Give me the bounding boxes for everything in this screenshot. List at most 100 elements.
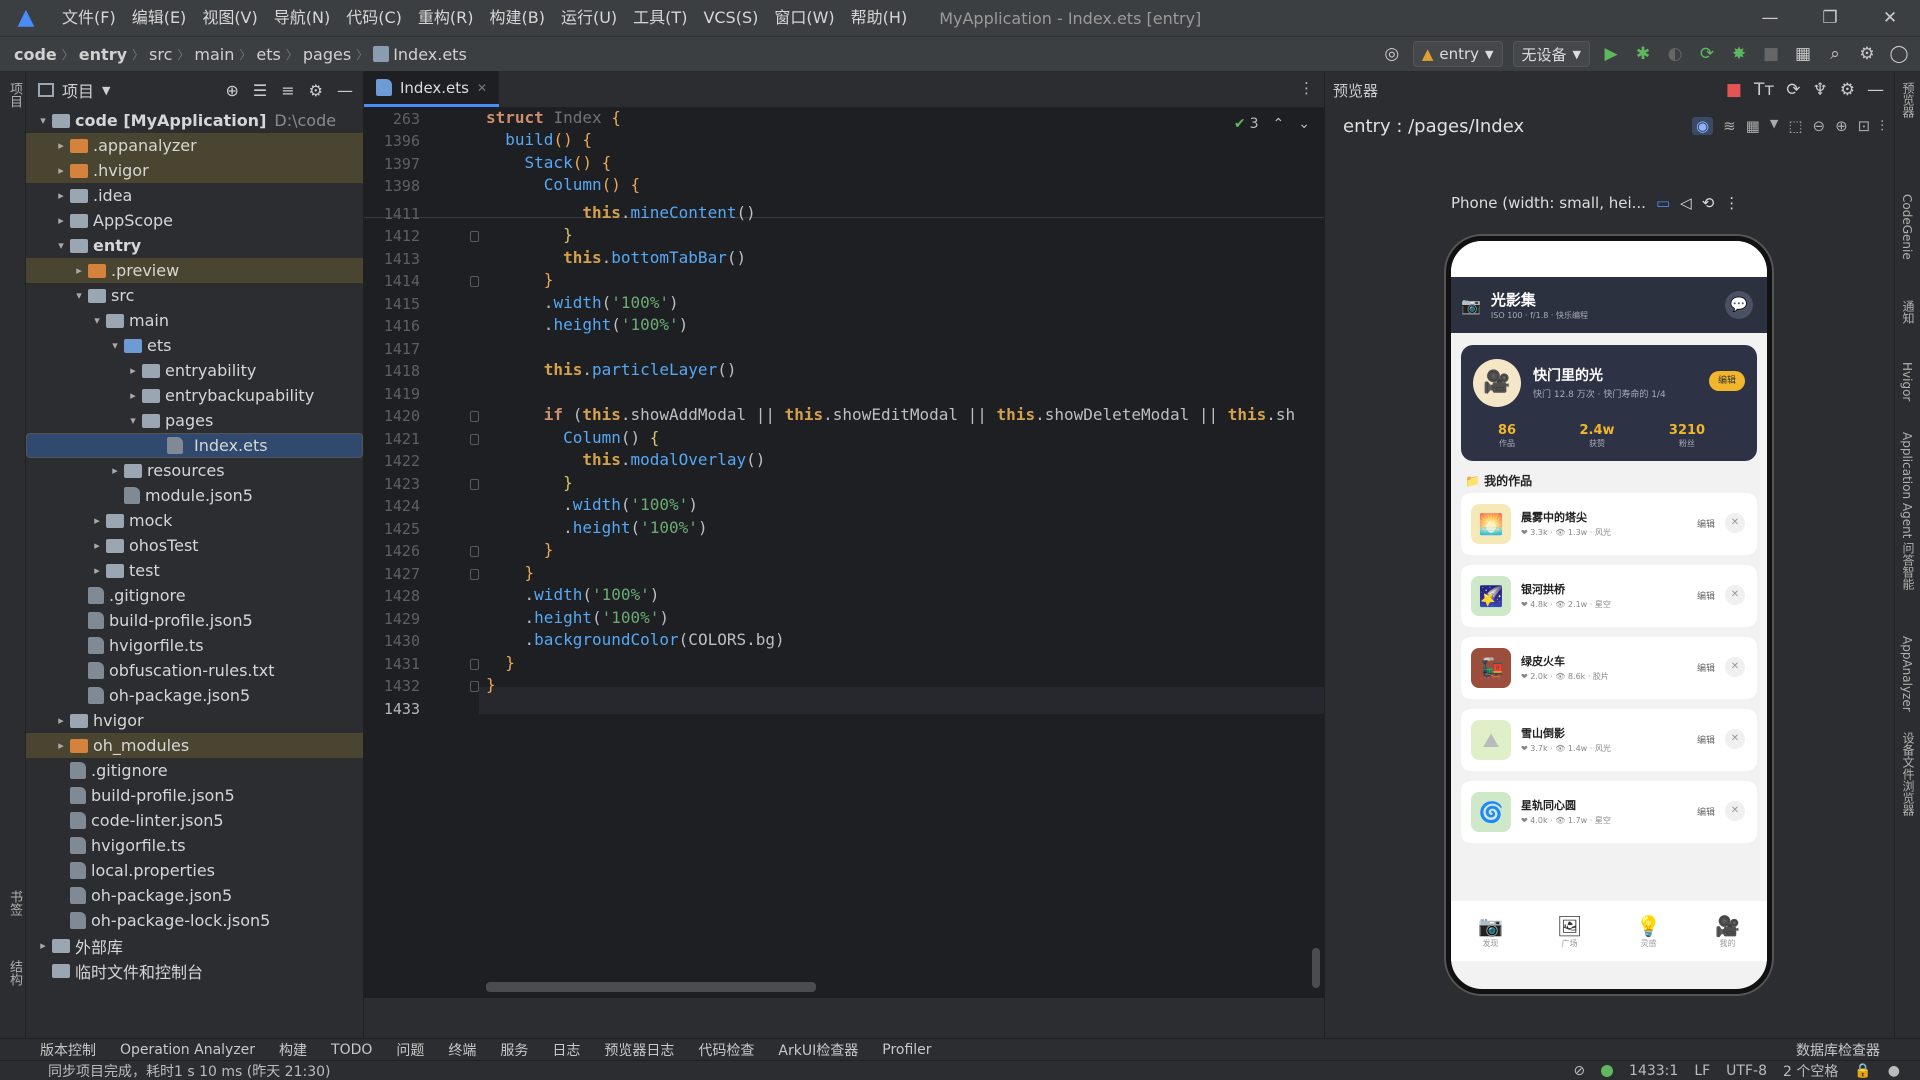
- tool-window-button[interactable]: 版本控制: [40, 1040, 96, 1060]
- zoom-in-icon[interactable]: ⊕: [1835, 117, 1848, 135]
- work-card[interactable]: 🌀 星轨同心圆 ❤ 4.0k · 👁 1.7w · 星空 编辑 ✕: [1461, 781, 1757, 843]
- work-edit-button[interactable]: 编辑: [1697, 589, 1715, 602]
- inspector-icon[interactable]: ♆: [1813, 80, 1828, 100]
- tool-window-button[interactable]: TODO: [331, 1042, 372, 1058]
- vertical-scrollbar[interactable]: [1312, 948, 1320, 988]
- tool-window-button[interactable]: 构建: [279, 1040, 307, 1060]
- run-icon[interactable]: ▶: [1600, 43, 1622, 65]
- breadcrumb-item[interactable]: src: [149, 45, 172, 64]
- breadcrumb-item[interactable]: entry: [79, 45, 127, 64]
- chevron-right-icon[interactable]: ▸: [124, 364, 142, 377]
- tab-index-ets[interactable]: Index.ets ✕: [364, 71, 500, 107]
- attach-debugger-icon[interactable]: ◐: [1664, 43, 1686, 65]
- menu-item[interactable]: 文件(F): [54, 0, 124, 36]
- gear-icon[interactable]: ⚙: [1840, 80, 1855, 100]
- project-tool-label[interactable]: 项目: [5, 82, 24, 108]
- app-tab[interactable]: 🖼 广场: [1557, 914, 1582, 949]
- prev-highlight-icon[interactable]: ⌃: [1273, 116, 1285, 132]
- bookmarks-tool-label[interactable]: 书签: [5, 890, 24, 916]
- delete-icon[interactable]: ✕: [1725, 801, 1745, 821]
- rotate-icon[interactable]: ⟲: [1702, 194, 1715, 212]
- chevron-down-icon[interactable]: ▾: [70, 289, 88, 302]
- horizontal-scrollbar[interactable]: [486, 982, 816, 992]
- profile-edit-button[interactable]: 编辑: [1709, 371, 1745, 391]
- delete-icon[interactable]: ✕: [1725, 657, 1745, 677]
- tree-item[interactable]: ▸ .hvigor: [26, 158, 363, 183]
- fold-marker-icon[interactable]: [470, 681, 479, 692]
- tree-item[interactable]: oh-package-lock.json5: [26, 908, 363, 933]
- close-icon[interactable]: ✕: [1860, 8, 1920, 28]
- tree-item[interactable]: module.json5: [26, 483, 363, 508]
- hide-panel-icon[interactable]: —: [337, 81, 353, 100]
- chevron-down-icon[interactable]: ▼: [102, 84, 110, 97]
- tree-item[interactable]: oh-package.json5: [26, 683, 363, 708]
- actual-size-icon[interactable]: ⊡: [1858, 117, 1871, 135]
- fold-marker-icon[interactable]: [470, 276, 479, 287]
- chevron-right-icon[interactable]: ▸: [124, 389, 142, 402]
- tool-window-button[interactable]: Operation Analyzer: [120, 1042, 255, 1058]
- device-label[interactable]: Phone (width: small, hei...: [1451, 194, 1646, 212]
- tree-item[interactable]: build-profile.json5: [26, 783, 363, 808]
- grid-icon[interactable]: ▦: [1746, 117, 1760, 135]
- delete-icon[interactable]: ✕: [1725, 513, 1745, 533]
- project-structure-icon[interactable]: ▦: [1792, 43, 1814, 65]
- chevron-right-icon[interactable]: ▸: [52, 214, 70, 227]
- tool-window-button[interactable]: 终端: [448, 1040, 476, 1060]
- tree-item[interactable]: local.properties: [26, 858, 363, 883]
- debug-icon[interactable]: ✱: [1632, 43, 1654, 65]
- chevron-right-icon[interactable]: ▸: [88, 514, 106, 527]
- menu-item[interactable]: 帮助(H): [843, 0, 916, 36]
- menu-item[interactable]: 工具(T): [625, 0, 695, 36]
- chevron-right-icon[interactable]: ▸: [34, 939, 52, 952]
- fold-marker-icon[interactable]: [470, 231, 479, 242]
- menu-item[interactable]: 导航(N): [266, 0, 338, 36]
- chevron-right-icon[interactable]: ▸: [106, 464, 124, 477]
- breadcrumb-item[interactable]: ets: [256, 45, 280, 64]
- tree-item[interactable]: ▾ pages: [26, 408, 363, 433]
- next-highlight-icon[interactable]: ⌄: [1298, 116, 1310, 132]
- chevron-right-icon[interactable]: ▸: [52, 139, 70, 152]
- fold-marker-icon[interactable]: [470, 434, 479, 445]
- lock-icon[interactable]: 🔒: [1854, 1063, 1871, 1079]
- file-encoding[interactable]: UTF-8: [1726, 1063, 1767, 1079]
- right-tool-label[interactable]: 设备文件浏览器: [1900, 732, 1917, 816]
- module-select[interactable]: ▲ entry ▼: [1412, 41, 1503, 67]
- fold-marker-icon[interactable]: [470, 411, 479, 422]
- tree-item[interactable]: ▸ .preview: [26, 258, 363, 283]
- tool-window-button[interactable]: Profiler: [882, 1042, 931, 1058]
- tree-item[interactable]: ▸ .appanalyzer: [26, 133, 363, 158]
- line-separator[interactable]: LF: [1694, 1063, 1710, 1079]
- gear-icon[interactable]: ⚙: [309, 81, 323, 100]
- tree-item[interactable]: ▸ oh_modules: [26, 733, 363, 758]
- tree-item[interactable]: code-linter.json5: [26, 808, 363, 833]
- tree-item[interactable]: ▸ resources: [26, 458, 363, 483]
- tree-item[interactable]: 临时文件和控制台: [26, 958, 363, 983]
- tool-window-button[interactable]: 代码检查: [698, 1040, 754, 1060]
- right-tool-label[interactable]: 问答智能: [1900, 542, 1917, 590]
- menu-item[interactable]: 代码(C): [338, 0, 410, 36]
- tree-item[interactable]: ▸ ohosTest: [26, 533, 363, 558]
- chevron-down-icon[interactable]: ▾: [106, 339, 124, 352]
- gear-icon[interactable]: ⚙: [1856, 43, 1878, 65]
- project-panel-title[interactable]: 项目: [62, 78, 94, 102]
- breadcrumb-item[interactable]: main: [194, 45, 234, 64]
- indent-setting[interactable]: 2 个空格: [1783, 1061, 1838, 1080]
- delete-icon[interactable]: ✕: [1725, 585, 1745, 605]
- more-tabs-icon[interactable]: ⋮: [1289, 79, 1324, 107]
- menu-item[interactable]: 编辑(E): [124, 0, 195, 36]
- tree-item[interactable]: ▸ AppScope: [26, 208, 363, 233]
- chevron-down-icon[interactable]: ▼: [1770, 117, 1778, 135]
- code-editor[interactable]: 263 1396 1397 1398 1411 1412 1413 1414 1415 1416 1…: [364, 108, 1324, 998]
- menu-item[interactable]: 构建(B): [482, 0, 553, 36]
- status-ok-icon[interactable]: [1601, 1064, 1614, 1077]
- menu-item[interactable]: 视图(V): [194, 0, 265, 36]
- menu-item[interactable]: 窗口(W): [766, 0, 842, 36]
- tree-item[interactable]: ▾ main: [26, 308, 363, 333]
- menu-item[interactable]: 运行(U): [553, 0, 625, 36]
- tree-item[interactable]: oh-package.json5: [26, 883, 363, 908]
- collapse-all-icon[interactable]: ≡: [281, 81, 294, 100]
- tree-item[interactable]: ▸ hvigor: [26, 708, 363, 733]
- work-edit-button[interactable]: 编辑: [1697, 661, 1715, 674]
- menu-item[interactable]: VCS(S): [695, 0, 766, 36]
- chevron-right-icon[interactable]: ▸: [52, 189, 70, 202]
